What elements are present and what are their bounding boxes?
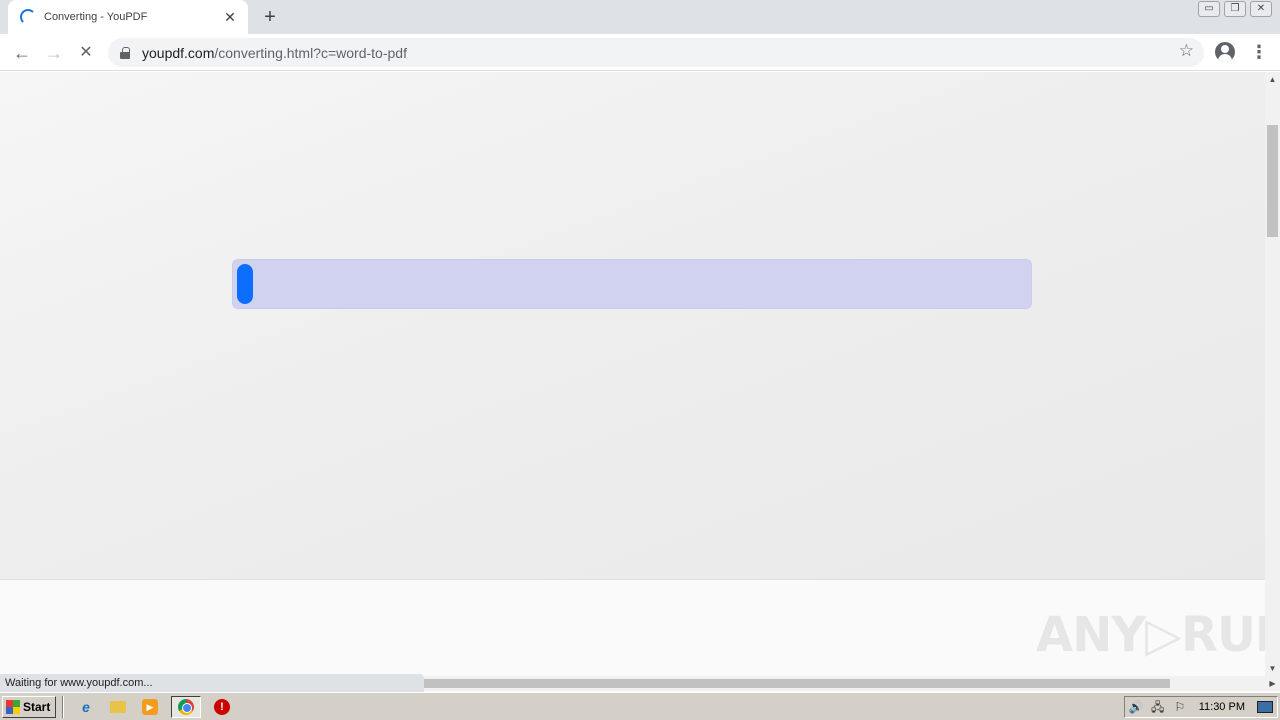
window-controls: ▭ ❐ ✕ <box>1198 1 1272 17</box>
vertical-scrollbar[interactable]: ▲ ▼ <box>1265 72 1280 676</box>
show-desktop-icon[interactable] <box>1257 701 1273 713</box>
lock-icon[interactable] <box>120 46 130 59</box>
stop-app-icon[interactable]: ! <box>211 696 233 718</box>
url-host: youpdf.com <box>142 44 215 61</box>
tab-title: Converting - YouPDF <box>44 11 148 23</box>
scroll-up-arrow-icon[interactable]: ▲ <box>1265 72 1280 87</box>
bookmark-star-icon[interactable]: ☆ <box>1179 41 1194 61</box>
chrome-taskbar-icon[interactable] <box>171 695 201 718</box>
browser-window: Converting - YouPDF ✕ + ▭ ❐ ✕ ← → ✕ youp… <box>0 0 1280 692</box>
anyrun-watermark: ANY▷RUN <box>1036 607 1265 663</box>
url-path: /converting.html?c=word-to-pdf <box>214 44 407 61</box>
tab-strip: Converting - YouPDF ✕ + ▭ ❐ ✕ <box>0 0 1280 34</box>
address-bar[interactable]: youpdf.com/converting.html?c=word-to-pdf… <box>108 38 1204 67</box>
horizontal-scrollbar[interactable]: ▶ <box>424 676 1280 691</box>
scroll-right-arrow-icon[interactable]: ▶ <box>1265 676 1280 691</box>
start-label: Start <box>23 699 51 714</box>
internet-explorer-icon[interactable]: e <box>75 696 97 718</box>
taskbar: Start e ▶ ! 🔊 🖧 ⚐ 11:30 PM <box>0 692 1280 720</box>
network-icon[interactable]: 🖧 <box>1151 700 1165 714</box>
back-button[interactable]: ← <box>9 40 35 66</box>
clock[interactable]: 11:30 PM <box>1199 701 1245 713</box>
new-tab-button[interactable]: + <box>258 6 282 30</box>
volume-icon[interactable]: 🔊 <box>1129 700 1144 714</box>
stop-loading-button[interactable]: ✕ <box>73 40 99 66</box>
tab-close-icon[interactable]: ✕ <box>222 9 238 25</box>
taskbar-separator <box>62 695 64 718</box>
loading-spinner-icon <box>20 9 36 25</box>
system-tray: 🔊 🖧 ⚐ 11:30 PM <box>1123 696 1278 718</box>
forward-button[interactable]: → <box>41 40 67 66</box>
windows-logo-icon <box>6 699 20 714</box>
browser-toolbar: ← → ✕ youpdf.com/converting.html?c=word-… <box>0 34 1280 71</box>
browser-menu-icon[interactable]: ⋮ <box>1250 42 1268 62</box>
media-player-icon[interactable]: ▶ <box>139 696 161 718</box>
start-button[interactable]: Start <box>2 695 56 718</box>
restore-button[interactable]: ❐ <box>1224 1 1246 17</box>
converting-section <box>0 72 1265 580</box>
page-content: ANY▷RUN <box>0 72 1265 676</box>
file-explorer-icon[interactable] <box>107 696 129 718</box>
url-text[interactable]: youpdf.com/converting.html?c=word-to-pdf <box>142 45 407 61</box>
action-center-flag-icon[interactable]: ⚐ <box>1173 700 1187 714</box>
vertical-scroll-thumb[interactable] <box>1267 125 1278 237</box>
profile-avatar-icon[interactable] <box>1215 42 1235 62</box>
minimize-button[interactable]: ▭ <box>1198 1 1220 17</box>
conversion-progress-bar <box>232 259 1032 309</box>
horizontal-scroll-thumb[interactable] <box>424 679 1170 688</box>
status-bubble: Waiting for www.youpdf.com... <box>0 674 424 692</box>
scroll-down-arrow-icon[interactable]: ▼ <box>1265 661 1280 676</box>
close-window-button[interactable]: ✕ <box>1250 1 1272 17</box>
progress-fill <box>237 264 253 304</box>
tab-converting[interactable]: Converting - YouPDF ✕ <box>8 0 248 34</box>
